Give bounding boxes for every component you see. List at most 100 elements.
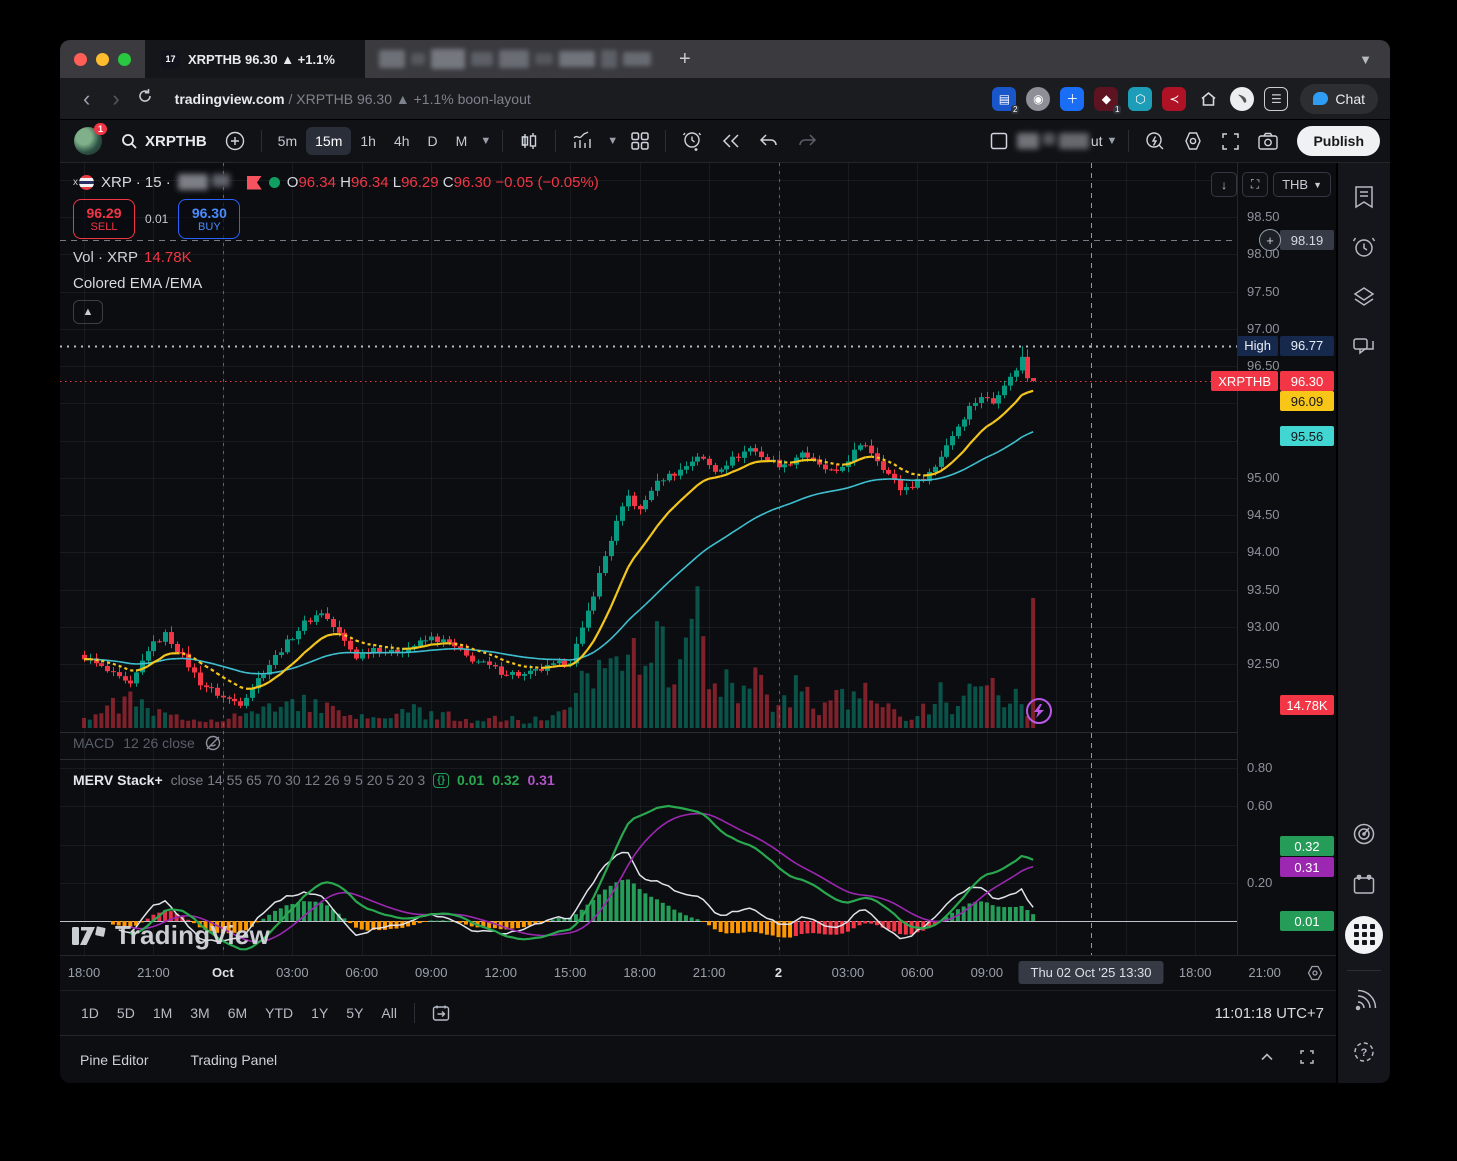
flag-symbol-icon[interactable] [247,176,262,190]
merv-tick: 0.60 [1247,798,1272,813]
time-axis-settings-icon[interactable] [1306,964,1324,987]
watchlist-icon[interactable] [1344,177,1384,216]
maximize-pane-icon[interactable]: ⛶ [1242,172,1268,197]
axis-top-buttons: ↓ ⛶ THB▼ [1211,172,1331,197]
timeframe-4h[interactable]: 4h [385,127,419,155]
extension-link-icon[interactable]: ⬡ [1128,87,1152,111]
timeframe-1h[interactable]: 1h [351,127,385,155]
price-axis[interactable]: 98.5098.0097.5097.0096.5095.0094.5094.00… [1237,163,1336,955]
fullscreen-icon[interactable] [1212,126,1249,157]
replay-icon[interactable] [712,126,750,156]
chat-rooms-icon[interactable] [1344,328,1384,367]
screenshot-camera-icon[interactable] [1249,126,1287,156]
range-1d[interactable]: 1D [72,999,108,1027]
time-axis[interactable]: 18:0021:00Oct03:0006:0009:0012:0015:0018… [60,955,1336,990]
layout-name-blurred[interactable] [1017,133,1089,149]
data-feed-broadcast-icon[interactable] [1344,983,1384,1022]
reader-mode-icon[interactable]: ☰ [1264,87,1288,111]
chart-canvas[interactable] [60,163,1237,955]
extension-share-icon[interactable]: ≺ [1162,87,1186,111]
reload-button[interactable] [137,88,153,109]
quick-search-icon[interactable] [1136,125,1174,157]
active-tab[interactable]: 17 XRPTHB 96.30 ▲ +1.1% [145,40,365,78]
range-ytd[interactable]: YTD [256,999,302,1027]
crosshair-time-label: Thu 02 Oct '25 13:30 [1019,961,1164,984]
range-5y[interactable]: 5Y [337,999,372,1027]
chat-button[interactable]: Chat [1300,84,1378,114]
range-all[interactable]: All [372,999,406,1027]
macd-legend[interactable]: MACD12 26 close [73,734,222,752]
currency-selector[interactable]: THB▼ [1273,172,1331,197]
alerts-clock-icon[interactable] [1344,227,1384,266]
range-3m[interactable]: 3M [181,999,218,1027]
timeframe-D[interactable]: D [419,127,447,155]
back-button[interactable]: ‹ [72,88,101,110]
calendar-icon[interactable] [1344,865,1384,904]
high-price-label: 96.77 [1280,336,1334,356]
timeframe-5m[interactable]: 5m [269,127,306,155]
time-tick: 21:00 [1248,965,1281,980]
save-layout-icon[interactable] [981,126,1017,156]
range-1y[interactable]: 1Y [302,999,337,1027]
price-tick: 98.50 [1247,209,1280,224]
screener-gauge-icon[interactable] [1344,815,1384,854]
buy-button[interactable]: 96.30BUY [178,199,240,239]
market-clock[interactable]: 11:01:18 UTC+7 [1215,1005,1324,1022]
merv-legend[interactable]: MERV Stack+ close 14 55 65 70 30 12 26 9… [73,772,555,788]
extension-docs-icon[interactable]: ▤2 [992,87,1016,111]
range-5d[interactable]: 5D [108,999,144,1027]
time-tick: 18:00 [68,965,101,980]
home-icon[interactable] [1196,87,1220,111]
extension-bubble-icon[interactable]: ﹅ [1230,87,1254,111]
undo-icon[interactable] [750,127,788,155]
symbol-search-button[interactable]: XRPTHB [112,127,216,156]
address-bar[interactable]: tradingview.com / XRPTHB 96.30 ▲ +1.1% b… [175,91,531,107]
timeframe-15m[interactable]: 15m [306,127,351,155]
minimize-window-button[interactable] [96,53,109,66]
volume-legend[interactable]: Vol · XRP14.78K [73,249,192,266]
indicators-chevron-icon[interactable]: ▼ [603,135,622,147]
extension-shield-icon[interactable]: ◆1 [1094,87,1118,111]
symbol-legend[interactable]: x XRP · 15 · O96.34 H96.34 L96.29 C96.30… [73,174,599,191]
source-code-icon[interactable]: {} [433,773,449,788]
apps-menu-icon[interactable] [1344,915,1384,954]
alert-add-icon[interactable] [673,125,712,158]
tab-overview-chevron-icon[interactable]: ▼ [1341,40,1390,78]
range-1m[interactable]: 1M [144,999,181,1027]
timeframe-M[interactable]: M [447,127,477,155]
layout-grid-icon[interactable] [622,126,658,156]
timeframe-group: 5m15m1h4hDM [269,127,477,155]
timeframe-chevron-icon[interactable]: ▼ [476,135,495,147]
sell-button[interactable]: 96.29SELL [73,199,135,239]
help-icon[interactable]: ? [1344,1033,1384,1072]
maximize-panel-icon[interactable] [1298,1048,1316,1071]
compare-add-icon[interactable] [216,125,254,157]
indicators-icon[interactable] [563,125,603,157]
close-window-button[interactable] [74,53,87,66]
redo-icon[interactable] [788,127,826,155]
time-tick: 21:00 [693,965,726,980]
eye-off-icon[interactable] [204,734,222,752]
object-tree-layers-icon[interactable] [1344,277,1384,316]
chart-style-candles-icon[interactable] [510,125,548,157]
expand-panel-chevron-icon[interactable] [1258,1048,1276,1071]
new-tab-button[interactable]: + [665,40,705,78]
ema-legend[interactable]: Colored EMA /EMA [73,275,202,292]
zoom-window-button[interactable] [118,53,131,66]
trading-panel-tab[interactable]: Trading Panel [190,1052,277,1068]
high-tag-label: High [1237,336,1278,356]
extension-line-icon[interactable]: ◉ [1026,87,1050,111]
blurred-tab[interactable] [365,40,665,78]
extension-plus-icon[interactable]: ＋ [1060,87,1084,111]
pine-editor-tab[interactable]: Pine Editor [80,1052,148,1068]
range-6m[interactable]: 6M [219,999,256,1027]
scroll-to-latest-icon[interactable]: ↓ [1211,172,1237,197]
layout-chevron-icon[interactable]: ▼ [1103,135,1122,147]
forward-button[interactable]: › [101,88,130,110]
event-marker-lightning-icon[interactable] [1026,698,1052,724]
go-to-date-icon[interactable] [423,998,459,1028]
publish-button[interactable]: Publish [1297,126,1380,156]
user-avatar[interactable]: 1 [74,127,102,155]
settings-icon[interactable] [1174,125,1212,157]
legend-collapse-button[interactable]: ▲ [73,300,103,324]
